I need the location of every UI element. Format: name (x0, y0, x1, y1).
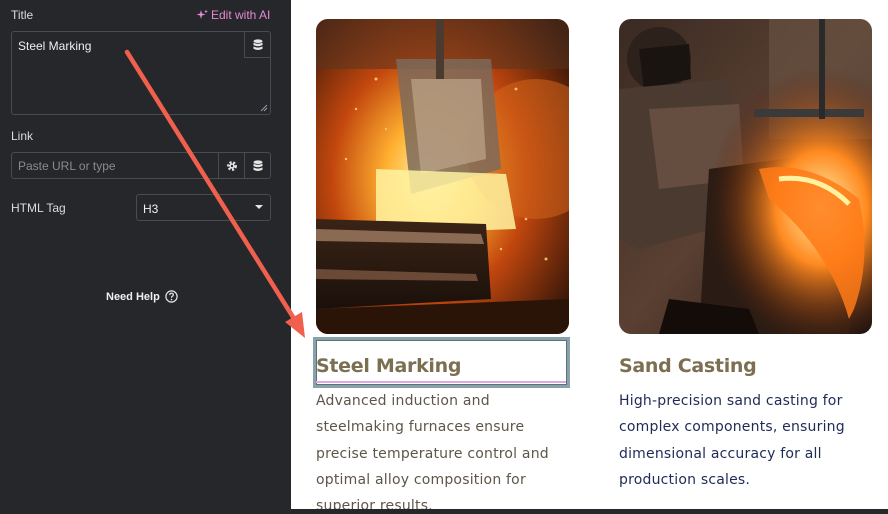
link-url-input[interactable] (12, 153, 218, 178)
editor-panel: Title Edit with AI Steel Marking Link Pa… (0, 0, 291, 514)
html-tag-select[interactable]: H3 (136, 194, 271, 221)
sand-casting-image[interactable] (619, 19, 872, 334)
steel-marking-image[interactable] (316, 19, 569, 334)
database-icon (253, 38, 262, 50)
gear-icon (226, 160, 237, 171)
card-title-sand-casting[interactable]: Sand Casting (619, 355, 757, 377)
title-textarea[interactable]: Steel Marking (11, 31, 271, 115)
sparkle-icon (196, 9, 208, 19)
link-field (11, 152, 271, 179)
question-circle-icon (165, 290, 178, 303)
link-dynamic-tags-button[interactable] (244, 153, 270, 178)
need-help-link[interactable]: Need Help (106, 290, 178, 303)
title-label: Title (11, 8, 34, 22)
html-tag-label: HTML Tag (11, 201, 66, 215)
title-dynamic-tags-button[interactable] (244, 32, 270, 58)
selection-underline (316, 381, 566, 383)
sand-casting-photo (619, 19, 872, 334)
steel-marking-photo (316, 19, 569, 334)
chevron-down-icon (255, 205, 263, 209)
need-help-label: Need Help (106, 290, 160, 303)
database-icon (253, 159, 262, 171)
resize-grip-icon[interactable] (260, 104, 268, 112)
title-textarea-value: Steel Marking (18, 39, 92, 53)
bottom-bar (0, 509, 888, 514)
link-label: Link (11, 129, 34, 143)
card-description-steel-marking: Advanced induction and steelmaking furna… (316, 393, 549, 514)
edit-with-ai-button[interactable]: Edit with AI (196, 8, 270, 22)
card-description-sand-casting: High-precision sand casting for complex … (619, 393, 845, 488)
link-options-button[interactable] (218, 153, 244, 178)
html-tag-value: H3 (143, 202, 159, 216)
edit-with-ai-label: Edit with AI (211, 8, 271, 22)
